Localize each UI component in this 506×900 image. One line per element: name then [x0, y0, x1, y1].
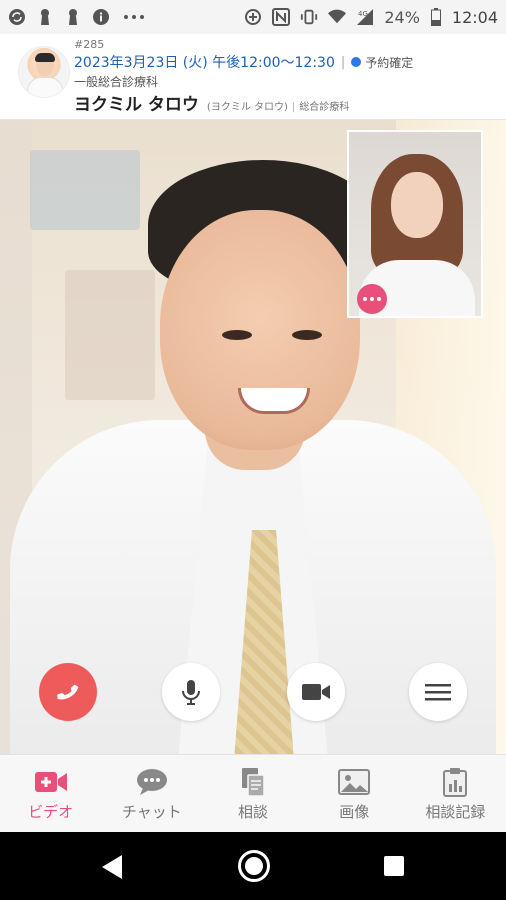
record-icon	[438, 767, 472, 797]
patient-kana: (ヨクミル タロウ)	[206, 102, 288, 113]
tab-video-label: ビデオ	[28, 803, 74, 821]
status-dot-icon	[351, 57, 362, 67]
microphone-button[interactable]	[162, 663, 220, 721]
signal-icon: 4G	[356, 8, 374, 26]
documents-icon	[236, 767, 270, 797]
appointment-datetime: 2023年3月23日 (火) 午後12:00～12:30	[74, 55, 335, 71]
self-video-pip[interactable]	[347, 130, 483, 318]
tab-chat[interactable]: チャット	[101, 755, 202, 832]
chat-icon	[135, 767, 169, 797]
data-saver-icon	[244, 8, 262, 26]
battery-icon	[430, 8, 442, 26]
recent-apps-icon[interactable]	[384, 856, 404, 876]
image-icon	[337, 767, 371, 797]
tab-chat-label: チャット	[121, 803, 182, 821]
clock: 12:04	[451, 7, 498, 27]
remote-video	[0, 120, 506, 754]
tab-images-label: 画像	[339, 803, 370, 821]
microphone-icon	[182, 680, 200, 705]
patient-name: ヨクミル タロウ	[74, 95, 199, 115]
battery-percent: 24%	[384, 7, 420, 27]
bottom-tab-bar: ビデオ チャット 相談 画像 相談記録	[0, 754, 506, 832]
more-dots-icon	[120, 8, 148, 26]
appointment-header: #285 2023年3月23日 (火) 午後12:00～12:30 | 予約確定…	[0, 34, 506, 120]
nfc-icon	[272, 8, 291, 26]
hamburger-icon	[425, 684, 451, 701]
info-icon	[92, 8, 110, 26]
appointment-department: 一般総合診療科	[74, 75, 159, 89]
appointment-id: #285	[74, 38, 105, 51]
tab-records-label: 相談記録	[425, 803, 486, 821]
home-icon[interactable]	[238, 850, 270, 882]
video-camera-icon	[302, 684, 330, 700]
wifi-icon	[328, 8, 347, 26]
patient-department: 総合診療科	[299, 102, 350, 113]
doctor-avatar	[18, 46, 70, 98]
camera-button[interactable]	[287, 663, 345, 721]
system-nav-bar	[0, 832, 506, 900]
menu-button[interactable]	[409, 663, 467, 721]
svg-text:4G: 4G	[358, 10, 368, 18]
keyhole-icon	[36, 8, 54, 26]
phone-hangup-icon	[57, 684, 79, 700]
video-call-screen: 4G 24% 12:04 #285 2023年3月23日 (火) 午後12:00…	[0, 0, 506, 900]
sync-icon	[8, 8, 26, 26]
tab-consultation-label: 相談	[238, 803, 269, 821]
keyhole-icon	[64, 8, 82, 26]
tab-consultation[interactable]: 相談	[202, 755, 303, 832]
end-call-button[interactable]	[39, 663, 97, 721]
pip-more-button[interactable]	[357, 284, 387, 314]
vibrate-icon	[300, 8, 318, 26]
appointment-status: 予約確定	[365, 55, 414, 70]
video-icon	[34, 767, 68, 797]
tab-video[interactable]: ビデオ	[0, 755, 101, 832]
status-bar: 4G 24% 12:04	[0, 0, 506, 34]
back-icon[interactable]	[100, 854, 124, 884]
tab-images[interactable]: 画像	[304, 755, 405, 832]
tab-records[interactable]: 相談記録	[405, 755, 506, 832]
